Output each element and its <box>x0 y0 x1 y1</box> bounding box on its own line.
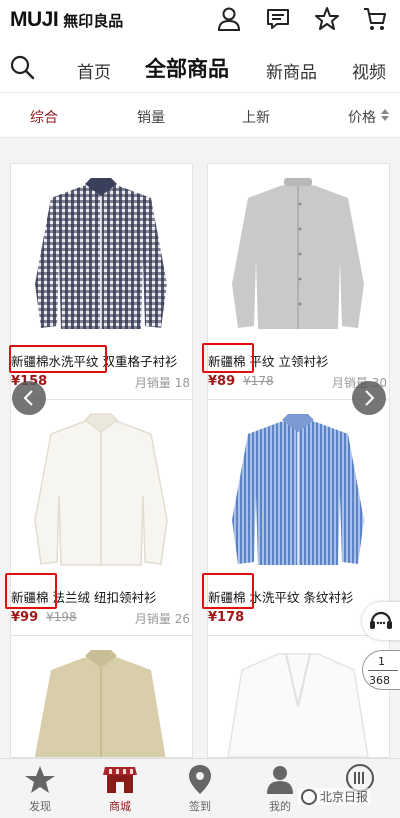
tab-mall[interactable]: 商城 <box>80 759 160 818</box>
watermark-logo-icon <box>301 788 317 805</box>
app-header: MUJI 無印良品 <box>0 0 400 40</box>
shirt-image <box>34 413 168 566</box>
product-card[interactable]: 新疆棉 法兰绒 纽扣领衬衫 ¥99 ¥198 月销量 26 <box>5 399 193 639</box>
chevron-left-icon[interactable] <box>12 381 46 415</box>
location-pin-icon <box>189 765 211 794</box>
page-total: 368 <box>369 674 390 687</box>
product-card[interactable] <box>207 635 390 758</box>
product-image[interactable] <box>208 636 389 757</box>
current-price: ¥178 <box>208 610 245 625</box>
original-price: ¥178 <box>243 374 274 388</box>
cardigan-image <box>227 653 369 757</box>
logo-text-en: MUJI <box>10 8 59 31</box>
chevron-right-icon[interactable] <box>352 381 386 415</box>
page-indicator[interactable]: 1 368 <box>362 650 400 690</box>
original-price: ¥198 <box>46 610 77 624</box>
highlight-box <box>202 573 254 609</box>
shirt-image <box>232 178 364 329</box>
highlight-box <box>202 343 254 373</box>
nav-new-products[interactable]: 新商品 <box>266 58 317 83</box>
watermark-text: 北京日报 <box>320 790 369 804</box>
watermark: 北京日报 <box>298 788 372 805</box>
product-card[interactable] <box>10 635 193 758</box>
product-image[interactable] <box>11 400 192 578</box>
message-icon[interactable] <box>265 6 291 32</box>
shirt-image <box>232 414 364 565</box>
tab-label: 商城 <box>109 800 131 813</box>
sort-newest[interactable]: 上新 <box>242 107 270 127</box>
product-price: ¥89 ¥178 <box>208 374 274 389</box>
shirt-image <box>35 650 166 757</box>
headset-icon <box>370 611 392 629</box>
shirt-image <box>35 178 167 329</box>
nav-video[interactable]: 视频 <box>352 58 386 83</box>
product-price: ¥99 ¥198 <box>11 610 77 625</box>
product-image[interactable] <box>11 164 192 342</box>
page-current: 1 <box>378 655 385 668</box>
user-icon[interactable] <box>216 6 242 32</box>
monthly-sales: 月销量 18 <box>134 376 190 390</box>
customer-service-button[interactable] <box>362 602 400 640</box>
product-image[interactable] <box>208 400 389 578</box>
user-icon <box>267 766 293 794</box>
product-card[interactable]: 新疆棉 平纹 立领衬衫 ¥89 ¥178 月销量 30 <box>202 163 390 403</box>
tab-label: 发现 <box>29 800 51 813</box>
nav-all-products[interactable]: 全部商品 <box>145 53 229 83</box>
monthly-sales: 月销量 26 <box>134 612 190 626</box>
sort-caret-icon <box>381 109 389 121</box>
current-price: ¥89 <box>208 374 236 389</box>
store-icon <box>103 767 137 793</box>
product-card[interactable]: 新疆棉水洗平纹 双重格子衬衫 ¥158 月销量 18 <box>9 163 193 403</box>
star-icon <box>25 766 55 793</box>
sort-price[interactable]: 价格 <box>348 107 376 127</box>
product-price: ¥178 <box>208 610 244 625</box>
cart-icon[interactable] <box>362 6 388 32</box>
tab-checkin[interactable]: 签到 <box>160 759 240 818</box>
product-image[interactable] <box>11 636 192 757</box>
page-divider <box>368 670 398 671</box>
search-icon[interactable] <box>9 54 35 80</box>
product-image[interactable] <box>208 164 389 342</box>
current-price: ¥99 <box>11 610 39 625</box>
star-icon[interactable] <box>314 6 340 32</box>
sort-filter-bar: 综合 销量 上新 价格 <box>0 92 400 138</box>
tab-discover[interactable]: 发现 <box>0 759 80 818</box>
sort-sales[interactable]: 销量 <box>137 107 165 127</box>
highlight-box <box>5 573 57 609</box>
category-nav: 首页 全部商品 新商品 视频 <box>0 40 400 92</box>
tab-label: 签到 <box>189 800 211 813</box>
logo-text-cn: 無印良品 <box>63 12 124 30</box>
sort-comprehensive[interactable]: 综合 <box>30 107 58 127</box>
muji-logo[interactable]: MUJI 無印良品 <box>10 8 123 32</box>
nav-home[interactable]: 首页 <box>77 58 111 83</box>
highlight-box <box>9 345 107 373</box>
